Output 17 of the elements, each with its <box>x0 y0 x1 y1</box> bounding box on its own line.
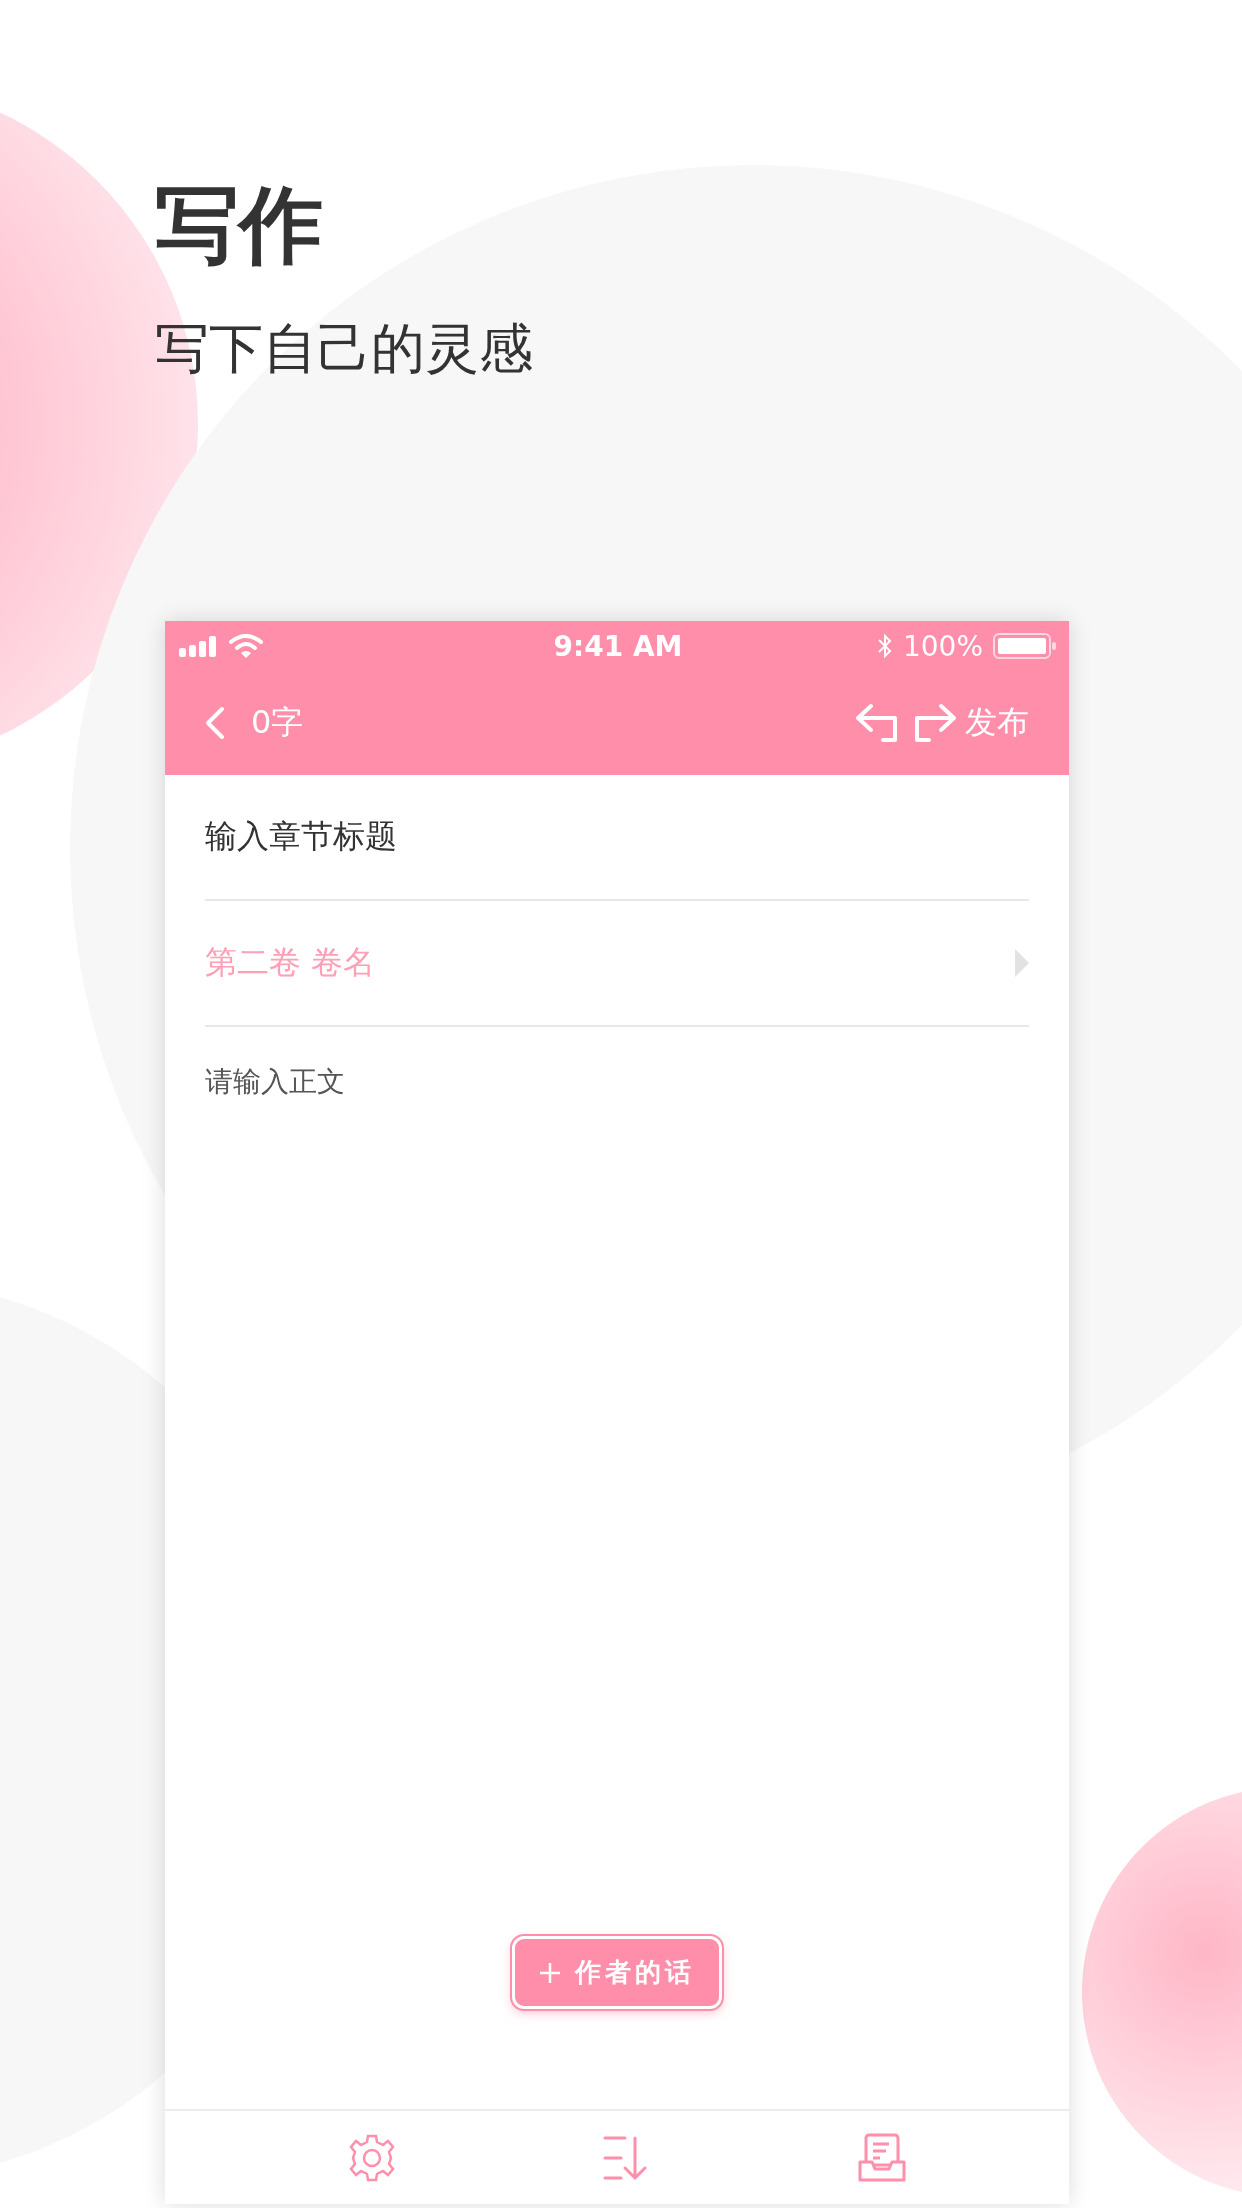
volume-selector[interactable]: 第二卷 卷名 <box>205 901 1029 1027</box>
signal-icon <box>179 635 219 657</box>
battery-icon <box>993 633 1057 659</box>
bluetooth-icon <box>876 633 893 659</box>
plus-icon <box>539 1961 561 1984</box>
back-icon[interactable] <box>205 706 225 740</box>
publish-button[interactable]: 发布 <box>965 701 1029 745</box>
body-text-field[interactable]: 请输入正文 <box>205 1027 1029 1101</box>
author-note-button[interactable]: 作者的话 <box>512 1936 722 2009</box>
chevron-right-icon <box>1015 949 1029 977</box>
wifi-icon <box>229 634 263 658</box>
headline: 写作 <box>155 175 323 276</box>
chapter-title-field[interactable]: 输入章节标题 <box>205 775 1029 901</box>
word-count: 0字 <box>251 702 304 743</box>
battery-percent: 100% <box>902 629 983 663</box>
subtitle: 写下自己的灵感 <box>155 316 533 382</box>
status-time: 9:41 AM <box>553 629 683 663</box>
